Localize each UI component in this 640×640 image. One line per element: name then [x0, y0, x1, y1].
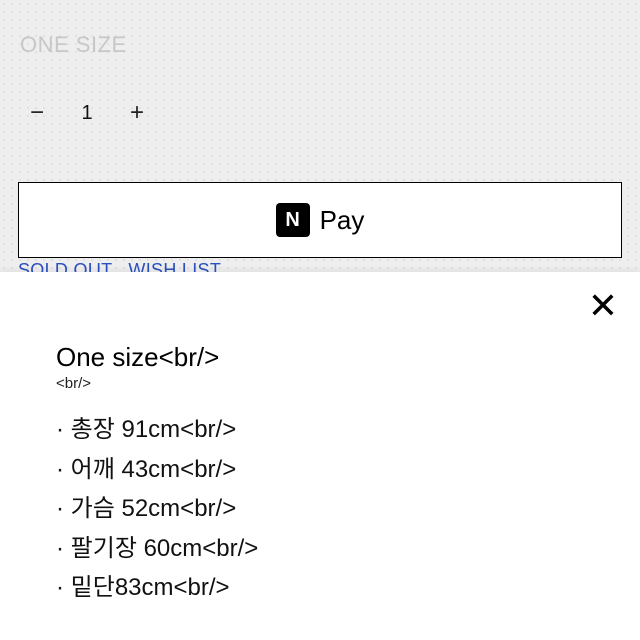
qty-minus-button[interactable]: −	[22, 98, 52, 128]
size-info-title: One size<br/>	[56, 342, 600, 373]
quantity-stepper: − 1 +	[22, 98, 152, 128]
qty-plus-button[interactable]: +	[122, 98, 152, 128]
size-info-sheet: ✕ One size<br/> <br/> · 총장 91cm<br/> · 어…	[0, 272, 640, 640]
size-info-body: One size<br/> <br/> · 총장 91cm<br/> · 어깨 …	[56, 342, 600, 608]
size-info-line: · 밑단83cm<br/>	[56, 568, 600, 608]
close-icon[interactable]: ✕	[588, 288, 618, 324]
pay-button[interactable]: N Pay	[18, 182, 622, 258]
size-info-line: · 총장 91cm<br/>	[56, 410, 600, 450]
size-info-sub: <br/>	[56, 375, 600, 392]
naver-pay-icon: N	[276, 203, 310, 237]
size-info-line: · 가슴 52cm<br/>	[56, 489, 600, 529]
size-label: ONE SIZE	[20, 32, 127, 58]
pay-label: Pay	[320, 205, 365, 236]
qty-value: 1	[80, 102, 94, 125]
size-info-line: · 팔기장 60cm<br/>	[56, 529, 600, 569]
size-info-line: · 어깨 43cm<br/>	[56, 450, 600, 490]
